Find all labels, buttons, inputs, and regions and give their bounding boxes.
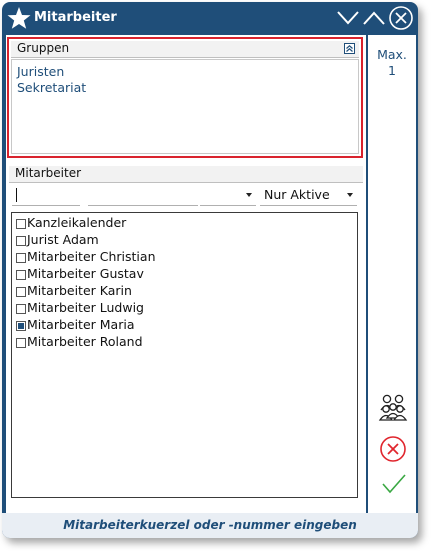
item-label: Mitarbeiter Christian	[27, 249, 156, 264]
gruppen-panel: Gruppen Juristen Sekretariat	[7, 37, 363, 158]
close-button[interactable]	[388, 5, 414, 31]
checkbox[interactable]	[16, 304, 26, 314]
item-label: Kanzleikalender	[27, 215, 127, 230]
checkbox[interactable]	[16, 270, 26, 280]
item-label: Jurist Adam	[27, 232, 99, 247]
cancel-icon	[380, 436, 406, 462]
star-icon	[7, 6, 31, 30]
right-sidebar: Max. 1	[368, 35, 416, 513]
cancel-button[interactable]	[379, 435, 407, 467]
confirm-button[interactable]	[381, 472, 407, 500]
item-label: Mitarbeiter Karin	[27, 283, 132, 298]
title-bar[interactable]: Mitarbeiter	[2, 2, 418, 36]
dialog-window: Mitarbeiter Gruppen Juristen Sekretariat…	[2, 2, 418, 538]
gruppen-title: Gruppen	[17, 41, 70, 55]
text-cursor	[16, 188, 17, 202]
mitarbeiter-list[interactable]: Kanzleikalender Jurist Adam Mitarbeiter …	[11, 212, 358, 498]
checkbox-checked[interactable]	[16, 321, 26, 331]
checkbox[interactable]	[16, 219, 26, 229]
list-item-juristen[interactable]: Juristen	[17, 64, 64, 79]
item-label: Mitarbeiter Maria	[27, 317, 135, 332]
item-label: Mitarbeiter Gustav	[27, 266, 144, 281]
list-item-sekretariat[interactable]: Sekretariat	[17, 80, 86, 95]
close-icon	[389, 6, 413, 30]
dropdown-arrow-icon	[347, 193, 353, 197]
kuerzel-input[interactable]	[12, 185, 80, 206]
filter-dropdown[interactable]	[200, 185, 256, 206]
minimize-button[interactable]	[335, 5, 361, 31]
checkbox[interactable]	[16, 338, 26, 348]
checkbox[interactable]	[16, 253, 26, 263]
gruppen-header: Gruppen	[11, 41, 359, 58]
chevron-down-icon	[337, 11, 359, 25]
group-icon[interactable]	[378, 393, 408, 425]
mitarbeiter-title: Mitarbeiter	[15, 166, 82, 180]
footer-hint-text: Mitarbeiterkuerzel oder -nummer eingeben	[63, 518, 357, 532]
footer-hint: Mitarbeiterkuerzel oder -nummer eingeben	[2, 514, 418, 536]
status-select[interactable]: Nur Aktive	[260, 185, 357, 206]
max-label: Max.	[377, 47, 407, 62]
dropdown-arrow-icon	[246, 193, 252, 197]
mitarbeiter-header: Mitarbeiter	[9, 166, 363, 183]
double-chevron-up-icon	[346, 44, 353, 52]
window-title: Mitarbeiter	[34, 10, 117, 25]
name-input[interactable]	[88, 185, 198, 206]
checkmark-icon	[382, 474, 406, 494]
gruppen-list[interactable]: Juristen Sekretariat	[11, 59, 359, 154]
main-panel: Gruppen Juristen Sekretariat Mitarbeiter	[6, 35, 366, 513]
checkbox[interactable]	[16, 287, 26, 297]
item-label: Mitarbeiter Ludwig	[27, 300, 144, 315]
maximize-button[interactable]	[361, 5, 387, 31]
checkbox[interactable]	[16, 236, 26, 246]
item-label: Mitarbeiter Roland	[27, 334, 143, 349]
max-value: 1	[388, 63, 396, 78]
collapse-button[interactable]	[344, 43, 355, 54]
chevron-up-icon	[363, 11, 385, 25]
status-select-value: Nur Aktive	[264, 187, 330, 202]
